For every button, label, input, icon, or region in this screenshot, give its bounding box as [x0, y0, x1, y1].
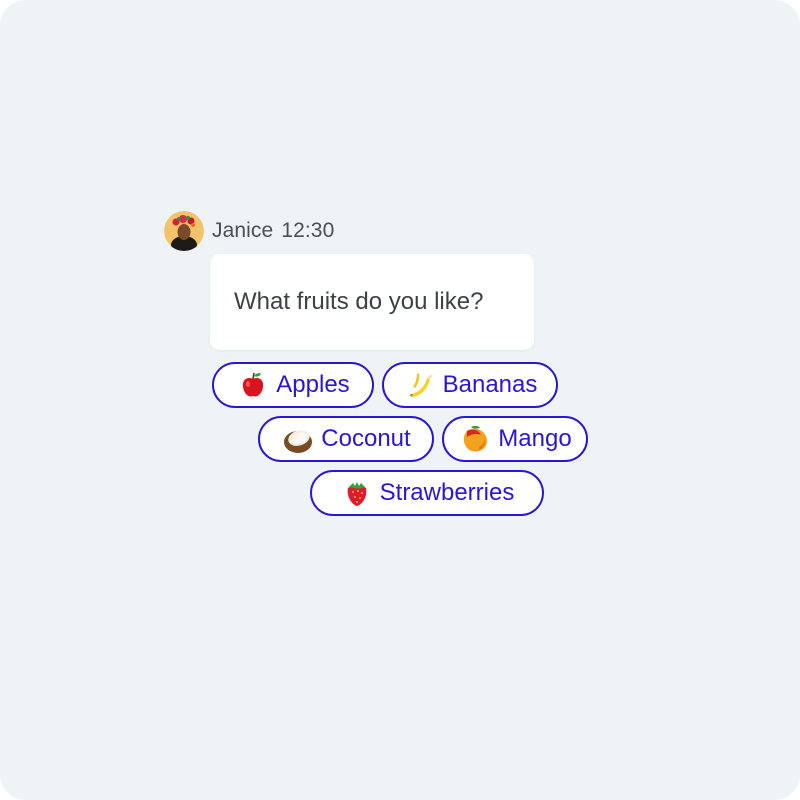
option-label: Apples: [276, 371, 350, 398]
message-text: What fruits do you like?: [234, 288, 484, 315]
option-apples-button[interactable]: Apples: [212, 362, 374, 408]
apple-icon: [236, 368, 270, 402]
strawberry-icon: [340, 476, 374, 510]
coconut-icon: [281, 422, 315, 456]
message-header: Janice 12:30: [164, 211, 334, 251]
mango-icon: [458, 422, 492, 456]
option-label: Bananas: [442, 371, 538, 398]
option-coconut-button[interactable]: Coconut: [258, 416, 434, 462]
option-mango-button[interactable]: Mango: [442, 416, 588, 462]
option-strawberries-button[interactable]: Strawberries: [310, 470, 544, 516]
option-label: Mango: [498, 425, 572, 452]
chat-canvas: Janice 12:30 What fruits do you like? Ap…: [0, 0, 800, 800]
message-time: 12:30: [281, 219, 335, 242]
option-label: Strawberries: [379, 479, 515, 506]
sender-name: Janice: [212, 219, 274, 242]
banana-icon: [403, 368, 437, 402]
avatar[interactable]: [164, 211, 204, 251]
option-bananas-button[interactable]: Bananas: [382, 362, 558, 408]
option-label: Coconut: [321, 425, 411, 452]
message-bubble: What fruits do you like?: [210, 254, 534, 350]
